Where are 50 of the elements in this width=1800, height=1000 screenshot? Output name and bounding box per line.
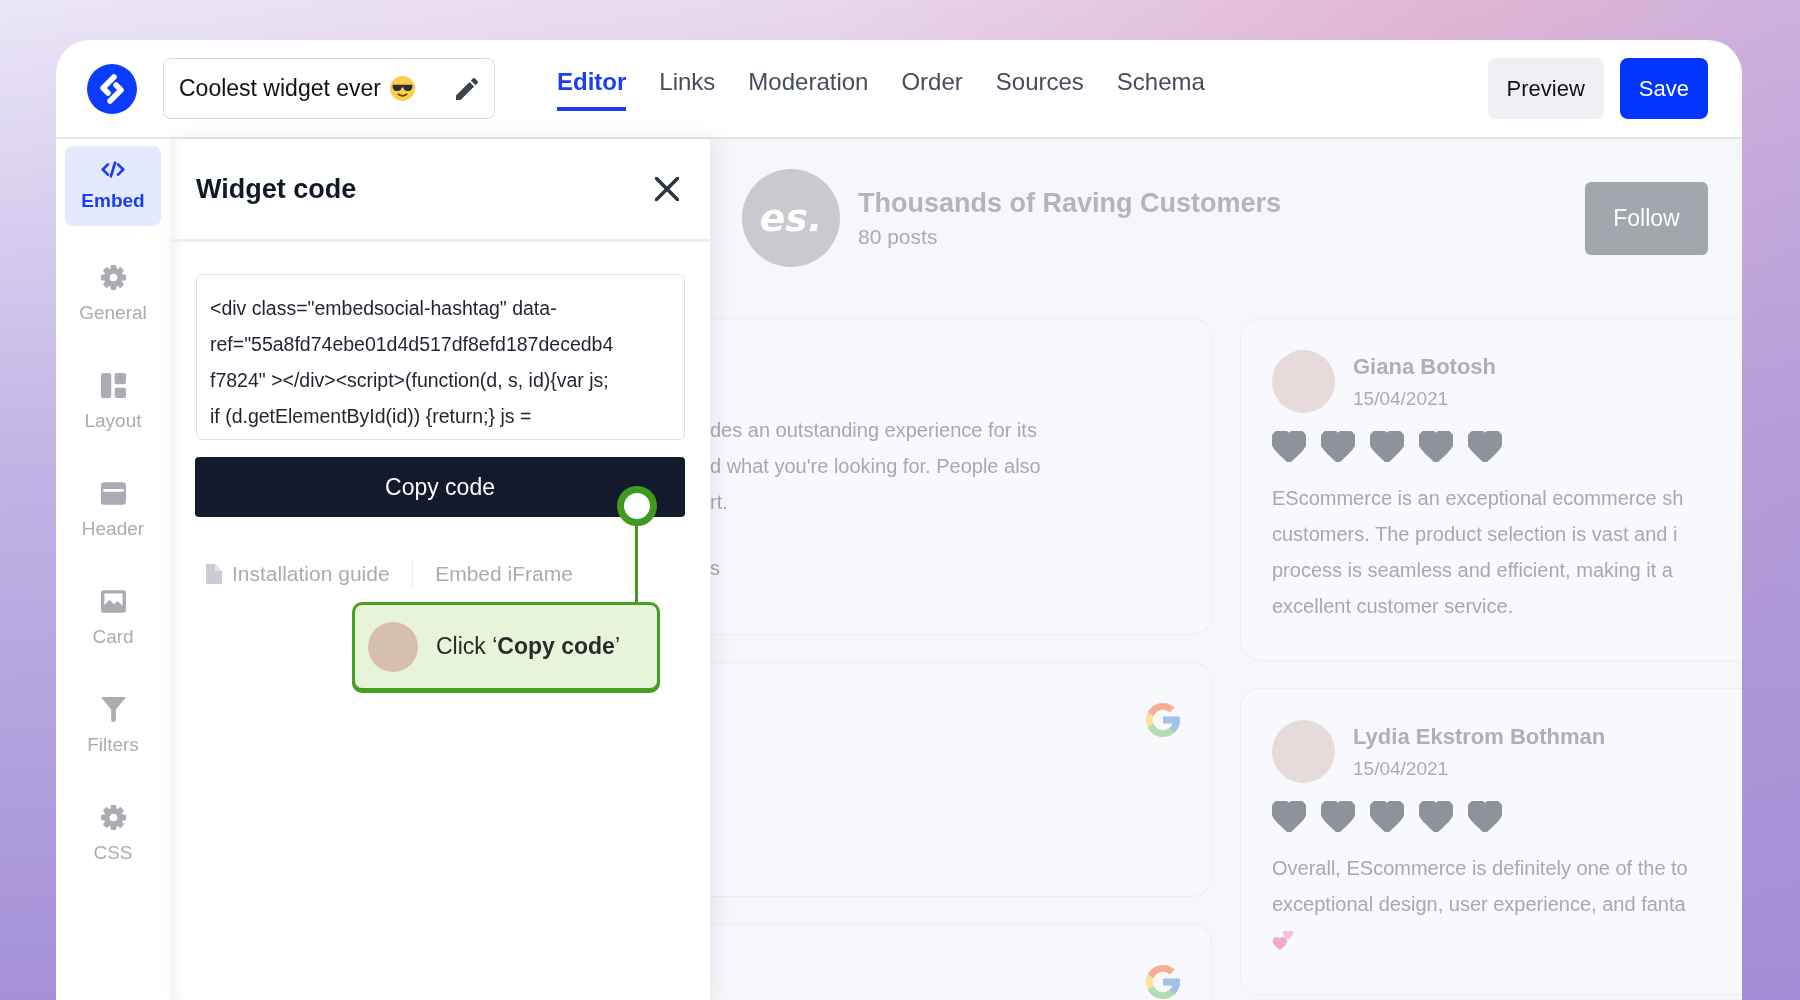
copy-code-button[interactable]: Copy code: [195, 457, 685, 517]
review-date: 15/04/2021: [1353, 387, 1449, 410]
code-icon: [101, 160, 125, 178]
widget-name-field[interactable]: Coolest widget ever: [163, 58, 495, 119]
gear-icon: [100, 264, 126, 290]
tab[interactable]: Order: [901, 66, 963, 111]
profile-name: Thousands of Raving Customers: [858, 187, 1282, 219]
image-icon: [100, 588, 126, 614]
heart-icon: [1321, 801, 1355, 832]
review-text: des an outstanding experience for its d what you're looking for. People also rt.: [710, 418, 1042, 515]
heart-icon: [1468, 801, 1502, 832]
close-button[interactable]: [655, 177, 679, 201]
pencil-icon[interactable]: [456, 77, 478, 100]
save-button[interactable]: Save: [1619, 58, 1708, 119]
heart-icon: [1370, 801, 1404, 832]
filter-icon: [100, 696, 126, 722]
layout-icon: [100, 372, 126, 398]
tab[interactable]: Sources: [995, 66, 1084, 111]
review-text: EScommerce is an exceptional ecommerce sh customers. The product selection is vast and i process is seamless and efficient, making it a excellent customer service.: [1272, 486, 1685, 619]
close-icon: [655, 177, 679, 201]
sunglasses-face-icon: [390, 76, 415, 101]
tab[interactable]: Editor: [557, 66, 627, 111]
heart-icon: [1468, 431, 1502, 462]
reviewer-name: Giana Botosh: [1353, 353, 1496, 380]
heart-icon: [1419, 431, 1453, 462]
panel-title: Widget code: [196, 173, 357, 205]
reviewer-name: Lydia Ekstrom Bothman: [1353, 723, 1606, 750]
tab[interactable]: Schema: [1116, 66, 1205, 111]
ring-marker-icon: [617, 486, 657, 526]
logo-icon[interactable]: [87, 63, 137, 114]
heart-icon: [1272, 801, 1306, 832]
avatar-placeholder: [368, 621, 418, 672]
tab[interactable]: Links: [659, 66, 716, 111]
heart-icon: [1419, 801, 1453, 832]
heart-icon: [1370, 431, 1404, 462]
sidebar-item[interactable]: Embed: [65, 146, 161, 226]
gear-icon: [100, 804, 126, 830]
review-date: 15/04/2021: [1353, 757, 1449, 780]
heart-icon: [1321, 431, 1355, 462]
tab[interactable]: Moderation: [748, 66, 869, 111]
window-icon: [100, 480, 126, 506]
review-footer-text: s: [710, 556, 720, 581]
post-count: 80 posts: [858, 224, 939, 249]
review-text: Overall, EScommerce is definitely one of the to exceptional design, user experience, and fanta: [1272, 856, 1689, 917]
tooltip-text: Click ‘Copy code’: [436, 633, 621, 660]
heart-icon: [1272, 431, 1306, 462]
preview-button[interactable]: Preview: [1487, 58, 1604, 119]
widget-name: Coolest widget ever: [179, 75, 381, 102]
code-field[interactable]: <div class="embedsocial-hashtag" data- ref="55a8fd74ebe01d4d517df8efd187decedb4 f7824" ></div><script>(function(d, s, id){var js; if (d.getElementById(id)) {return;} js =: [196, 274, 685, 440]
document-icon: [206, 564, 222, 584]
